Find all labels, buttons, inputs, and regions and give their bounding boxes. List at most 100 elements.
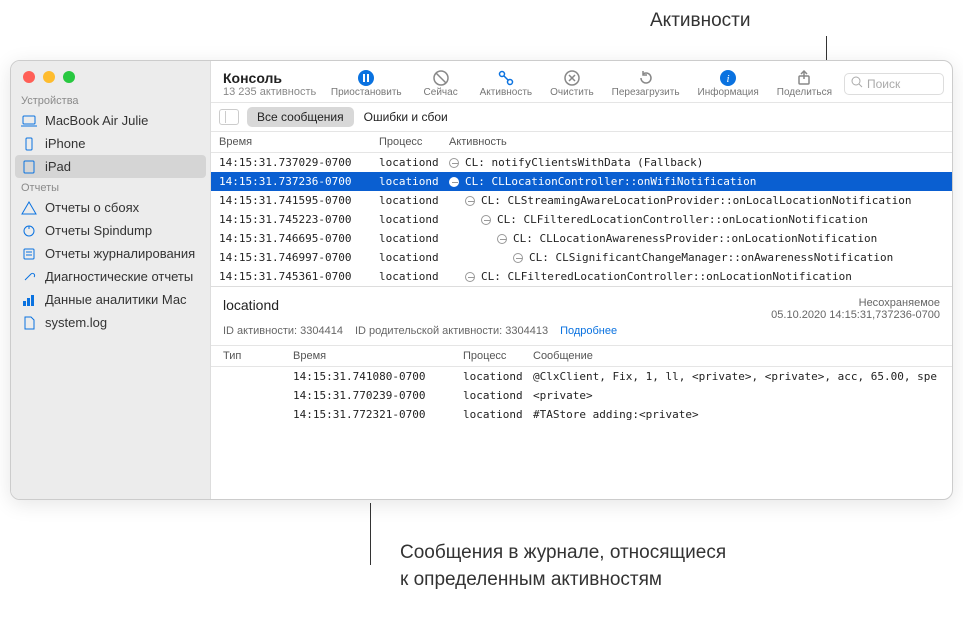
parent-activity-id: ID родительской активности: 3304413	[355, 325, 548, 337]
log-row[interactable]: 14:15:31.741595-0700locationdCL: CLStrea…	[211, 191, 952, 210]
log-row[interactable]: 14:15:31.737029-0700locationdCL: notifyC…	[211, 153, 952, 172]
sidebar-item-label: Данные аналитики Мас	[45, 292, 187, 307]
detail-row-message: <private>	[533, 389, 940, 402]
maximize-icon[interactable]	[63, 71, 75, 83]
toolbar-label: Сейчас	[424, 87, 458, 98]
toolbar-label: Поделиться	[777, 87, 832, 98]
tablet-icon	[21, 160, 37, 174]
column-time[interactable]: Время	[219, 136, 379, 148]
app-title: Консоль	[223, 70, 316, 86]
more-link[interactable]: Подробнее	[560, 325, 617, 337]
detail-row[interactable]: 14:15:31.770239-0700locationd<private>	[211, 386, 952, 405]
sidebar-item-iphone[interactable]: iPhone	[11, 132, 210, 155]
app-window: Устройства MacBook Air Julie iPhone iPad…	[10, 60, 953, 500]
log-row[interactable]: 14:15:31.746997-0700locationdCL: CLSigni…	[211, 248, 952, 267]
title-area: Консоль 13 235 активность	[219, 70, 316, 98]
detail-row[interactable]: 14:15:31.772321-0700locationd#TAStore ad…	[211, 405, 952, 424]
disclosure-icon[interactable]	[465, 196, 475, 206]
row-activity: CL: CLFilteredLocationController::onLoca…	[449, 213, 944, 226]
row-activity: CL: CLLocationController::onWifiNotifica…	[449, 175, 944, 188]
row-activity: CL: CLFilteredLocationController::onLoca…	[449, 270, 944, 283]
row-activity: CL: CLSignificantChangeManager::onAwaren…	[449, 251, 944, 264]
sidebar-item-crash-reports[interactable]: Отчеты о сбоях	[11, 196, 210, 219]
log-columns-header: Время Процесс Активность	[211, 132, 952, 153]
filter-bar: Все сообщения Ошибки и сбои	[211, 103, 952, 132]
activity-button[interactable]: Активность	[474, 67, 539, 100]
sidebar-item-label: Диагностические отчеты	[45, 269, 193, 284]
toolbar-label: Перезагрузить	[612, 87, 680, 98]
laptop-icon	[21, 114, 37, 128]
now-button[interactable]: Сейчас	[414, 67, 468, 100]
detail-row[interactable]: 14:15:31.741080-0700locationd@ClxClient,…	[211, 367, 952, 386]
svg-text:i: i	[727, 73, 730, 85]
share-button[interactable]: Поделиться	[771, 67, 838, 100]
detail-column-type[interactable]: Тип	[223, 350, 293, 362]
info-icon: i	[719, 69, 737, 87]
sidebar-item-macbook[interactable]: MacBook Air Julie	[11, 109, 210, 132]
sidebar-item-label: Отчеты о сбоях	[45, 200, 139, 215]
disclosure-icon[interactable]	[449, 158, 459, 168]
minimize-icon[interactable]	[43, 71, 55, 83]
row-time: 14:15:31.745361-0700	[219, 270, 379, 283]
info-button[interactable]: i Информация	[692, 67, 765, 100]
log-row[interactable]: 14:15:31.746695-0700locationdCL: CLLocat…	[211, 229, 952, 248]
search-icon	[851, 76, 863, 91]
row-process: locationd	[379, 251, 449, 264]
detail-rows-list[interactable]: 14:15:31.741080-0700locationd@ClxClient,…	[211, 367, 952, 424]
detail-column-process[interactable]: Процесс	[463, 350, 533, 362]
detail-row-time: 14:15:31.741080-0700	[293, 370, 463, 383]
reload-button[interactable]: Перезагрузить	[606, 67, 686, 100]
sidebar-item-analytics[interactable]: Данные аналитики Мас	[11, 288, 210, 311]
disclosure-icon[interactable]	[481, 215, 491, 225]
sidebar-item-ipad[interactable]: iPad	[15, 155, 206, 178]
sidebar-item-log-reports[interactable]: Отчеты журналирования	[11, 242, 210, 265]
log-row[interactable]: 14:15:31.745223-0700locationdCL: CLFilte…	[211, 210, 952, 229]
reload-icon	[637, 69, 655, 87]
row-process: locationd	[379, 232, 449, 245]
sidebar-toggle-button[interactable]	[219, 109, 239, 125]
sidebar-item-diagnostic[interactable]: Диагностические отчеты	[11, 265, 210, 288]
detail-meta: ID активности: 3304414 ID родительской а…	[211, 323, 952, 345]
sidebar-item-label: system.log	[45, 315, 107, 330]
disclosure-icon[interactable]	[497, 234, 507, 244]
activity-count: 13 235 активность	[223, 86, 316, 98]
detail-row-type	[223, 370, 293, 383]
search-placeholder: Поиск	[867, 77, 900, 91]
detail-row-type	[223, 408, 293, 421]
close-icon[interactable]	[23, 71, 35, 83]
toolbar: Консоль 13 235 активность Приостановить …	[211, 61, 952, 103]
detail-column-message[interactable]: Сообщение	[533, 350, 940, 362]
row-time: 14:15:31.746695-0700	[219, 232, 379, 245]
spin-icon	[21, 224, 37, 238]
disclosure-icon[interactable]	[513, 253, 523, 263]
sidebar-item-systemlog[interactable]: system.log	[11, 311, 210, 334]
log-rows-list[interactable]: 14:15:31.737029-0700locationdCL: notifyC…	[211, 153, 952, 286]
sidebar-item-spindump[interactable]: Отчеты Spindump	[11, 219, 210, 242]
sidebar-item-label: MacBook Air Julie	[45, 113, 148, 128]
detail-title: locationd	[223, 297, 279, 313]
detail-columns-header: Тип Время Процесс Сообщение	[211, 345, 952, 367]
sidebar-item-label: Отчеты Spindump	[45, 223, 152, 238]
detail-column-time[interactable]: Время	[293, 350, 463, 362]
main-pane: Консоль 13 235 активность Приостановить …	[211, 61, 952, 499]
toolbar-label: Активность	[480, 87, 533, 98]
clear-button[interactable]: Очистить	[544, 67, 600, 100]
disclosure-icon[interactable]	[465, 272, 475, 282]
filter-errors-faults[interactable]: Ошибки и сбои	[354, 107, 458, 127]
detail-timestamp: 05.10.2020 14:15:31,737236-0700	[771, 309, 940, 321]
activity-id: ID активности: 3304414	[223, 325, 343, 337]
filter-all-messages[interactable]: Все сообщения	[247, 107, 354, 127]
row-process: locationd	[379, 213, 449, 226]
detail-status: Несохраняемое	[771, 297, 940, 309]
column-process[interactable]: Процесс	[379, 136, 449, 148]
log-row[interactable]: 14:15:31.737236-0700locationdCL: CLLocat…	[211, 172, 952, 191]
pause-button[interactable]: Приостановить	[325, 67, 408, 100]
search-input[interactable]: Поиск	[844, 73, 944, 95]
log-row[interactable]: 14:15:31.745361-0700locationdCL: CLFilte…	[211, 267, 952, 286]
disclosure-icon[interactable]	[449, 177, 459, 187]
annotation-bottom: Сообщения в журнале, относящиеся к опред…	[400, 540, 726, 593]
sidebar-item-label: Отчеты журналирования	[45, 246, 195, 261]
detail-row-process: locationd	[463, 389, 533, 402]
toolbar-label: Приостановить	[331, 87, 402, 98]
column-activity[interactable]: Активность	[449, 136, 944, 148]
